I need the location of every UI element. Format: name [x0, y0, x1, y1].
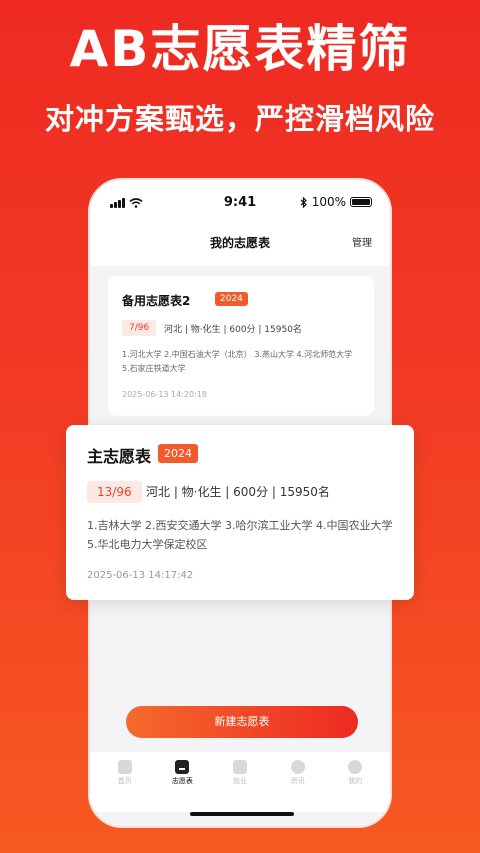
status-right: 100%: [300, 195, 372, 209]
bluetooth-icon: [300, 196, 307, 208]
year-badge: 2024: [215, 292, 248, 306]
tab-news[interactable]: 资讯: [272, 752, 324, 812]
tab-home[interactable]: 首页: [99, 752, 151, 812]
promo-headline: AB志愿表精筛: [69, 20, 411, 78]
tab-plans[interactable]: 志愿表: [156, 752, 208, 812]
backup-plan-card[interactable]: 备用志愿表2 2024 7/96 河北 | 物·化生 | 600分 | 1595…: [108, 276, 374, 416]
tab-label: 资讯: [290, 777, 305, 785]
main-plan-card[interactable]: 主志愿表 2024 13/96 河北 | 物·化生 | 600分 | 15950…: [66, 425, 414, 600]
card-meta: 河北 | 物·化生 | 600分 | 15950名: [146, 485, 330, 499]
tab-bar: 首页 志愿表 就业 资讯 我的: [90, 752, 390, 812]
manage-button[interactable]: 管理: [352, 234, 372, 249]
promo-subheadline: 对冲方案甄选，严控滑档风险: [44, 102, 435, 136]
nav-bar: 我的志愿表 管理: [90, 230, 390, 266]
year-badge: 2024: [158, 444, 198, 463]
rank-badge: 13/96: [87, 481, 142, 503]
briefcase-icon: [232, 760, 247, 774]
tab-jobs[interactable]: 就业: [214, 752, 266, 812]
tab-label: 就业: [232, 777, 247, 785]
tab-label: 我的: [348, 777, 363, 785]
compass-icon: [290, 760, 305, 774]
page-title: 我的志愿表: [209, 236, 270, 250]
status-bar: 9:41 100%: [90, 180, 390, 230]
card-date: 2025-06-13 14:17:42: [87, 570, 194, 581]
new-plan-button[interactable]: 新建志愿表: [126, 706, 358, 738]
battery-icon: [350, 197, 372, 207]
battery-text: 100%: [311, 195, 346, 209]
card-school-list: 1.河北大学 2.中国石油大学（北京） 3.燕山大学 4.河北师范大学 5.石家…: [122, 350, 353, 373]
rank-badge: 7/96: [122, 320, 157, 336]
tab-label: 志愿表: [171, 777, 193, 785]
card-title: 主志愿表: [87, 447, 152, 466]
home-icon: [117, 760, 132, 774]
card-date: 2025-06-13 14:20:18: [122, 390, 207, 399]
card-title: 备用志愿表2: [122, 294, 191, 308]
card-school-list: 1.吉林大学 2.西安交通大学 3.哈尔滨工业大学 4.中国农业大学 5.华北电…: [87, 519, 393, 551]
card-meta: 河北 | 物·化生 | 600分 | 15950名: [164, 325, 302, 335]
profile-icon: [348, 760, 363, 774]
home-indicator: [190, 812, 294, 816]
tab-label: 首页: [117, 777, 132, 785]
tab-profile[interactable]: 我的: [329, 752, 381, 812]
form-icon: [175, 760, 190, 774]
